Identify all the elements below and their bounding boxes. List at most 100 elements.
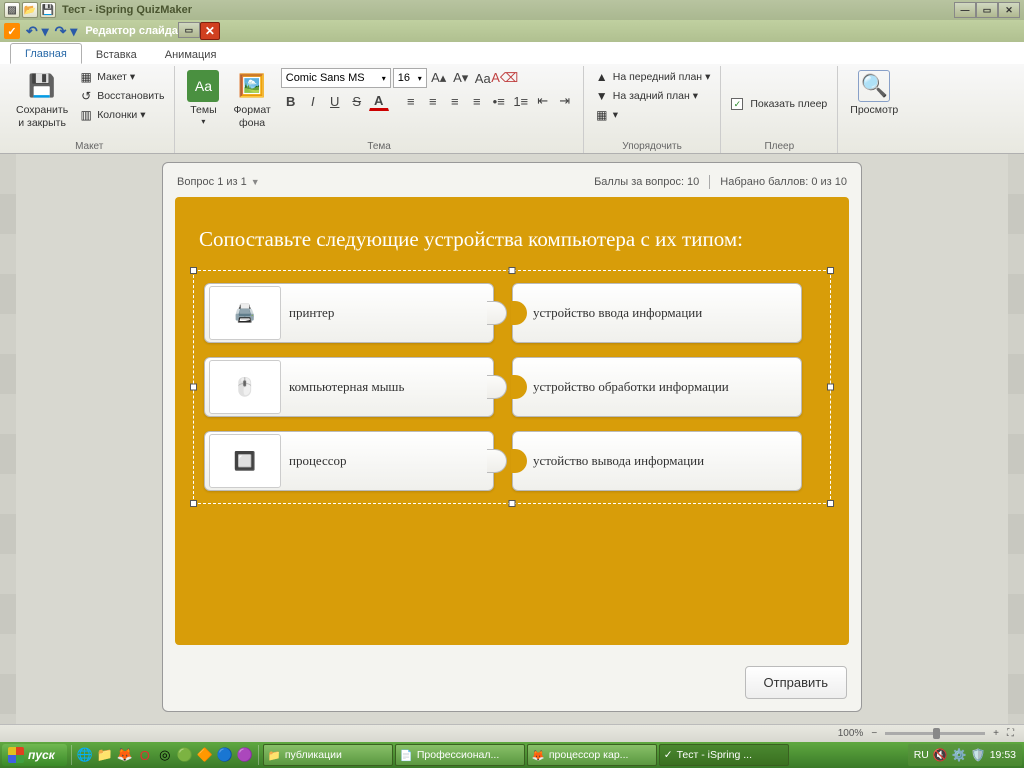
restore-icon: ↺ xyxy=(78,88,94,104)
decrease-indent-icon[interactable]: ⇤ xyxy=(533,91,553,111)
match-right-item[interactable]: устройство обработки информации xyxy=(512,357,802,417)
match-left-item[interactable]: 🖨️ принтер xyxy=(204,283,494,343)
fit-button[interactable]: ⛶ xyxy=(1007,728,1014,739)
qat-open-icon[interactable]: 📂 xyxy=(22,2,38,18)
ql-app2-icon[interactable]: 🟢 xyxy=(176,746,194,764)
match-left-item[interactable]: 🔲 процессор xyxy=(204,431,494,491)
zoom-out-button[interactable]: − xyxy=(871,728,877,739)
align-button[interactable]: ▦ ▾ xyxy=(592,106,713,124)
ql-opera-icon[interactable]: O xyxy=(136,746,154,764)
points-label: Баллы за вопрос: 10 xyxy=(594,176,699,188)
font-family-selector[interactable]: Comic Sans MS▾ xyxy=(281,68,391,88)
taskbar-item-active[interactable]: ✓Тест - iSpring ... xyxy=(659,744,789,766)
question-title[interactable]: Сопоставьте следующие устройства компьют… xyxy=(193,217,831,270)
save-and-close-button[interactable]: 💾 Сохранить и закрыть xyxy=(12,68,72,131)
outer-minimize-button[interactable]: — xyxy=(954,2,976,18)
ql-app4-icon[interactable]: 🔵 xyxy=(216,746,234,764)
strike-icon[interactable]: S xyxy=(347,91,367,111)
tray-icon[interactable]: 🔇 xyxy=(933,748,948,762)
ql-app1-icon[interactable]: ◎ xyxy=(156,746,174,764)
show-player-checkbox[interactable]: ✓Показать плеер xyxy=(729,97,829,111)
taskbar-item[interactable]: 📁публикации xyxy=(263,744,393,766)
match-right-item[interactable]: устройство ввода информации xyxy=(512,283,802,343)
selection-handle[interactable] xyxy=(190,267,197,274)
app-logo-icon[interactable]: ✓ xyxy=(4,23,20,39)
outer-close-button[interactable]: ✕ xyxy=(998,2,1020,18)
selection-handle[interactable] xyxy=(827,267,834,274)
dropdown-icon[interactable]: ▼ xyxy=(251,177,260,187)
question-counter[interactable]: Вопрос 1 из 1 xyxy=(177,176,247,188)
ql-folder-icon[interactable]: 📁 xyxy=(96,746,114,764)
italic-icon[interactable]: I xyxy=(303,91,323,111)
tab-insert[interactable]: Вставка xyxy=(82,45,151,64)
ribbon-group-theme: Aa Темы ▾ 🖼️ Формат фона Comic Sans MS▾ … xyxy=(175,66,583,153)
font-size-selector[interactable]: 16▾ xyxy=(393,68,427,88)
to-front-icon: ▲ xyxy=(594,69,610,85)
send-to-back-button[interactable]: ▼На задний план ▾ xyxy=(592,87,713,105)
outer-window-title: Тест - iSpring QuizMaker xyxy=(62,4,192,16)
tab-animation[interactable]: Анимация xyxy=(151,45,231,64)
selection-handle[interactable] xyxy=(509,267,516,274)
ql-firefox-icon[interactable]: 🦊 xyxy=(116,746,134,764)
background-format-button[interactable]: 🖼️ Формат фона xyxy=(229,68,274,131)
align-left-icon[interactable]: ≡ xyxy=(401,91,421,111)
increase-font-icon[interactable]: A▴ xyxy=(429,68,449,88)
align-justify-icon[interactable]: ≡ xyxy=(467,91,487,111)
decrease-font-icon[interactable]: A▾ xyxy=(451,68,471,88)
selection-handle[interactable] xyxy=(827,384,834,391)
match-item-label: компьютерная мышь xyxy=(289,379,424,396)
lang-indicator[interactable]: RU xyxy=(914,749,929,761)
clock[interactable]: 19:53 xyxy=(990,749,1016,761)
font-color-icon[interactable]: A xyxy=(369,91,389,111)
printer-icon: 🖨️ xyxy=(209,286,281,340)
change-case-icon[interactable]: Aa xyxy=(473,68,493,88)
bold-icon[interactable]: B xyxy=(281,91,301,111)
editor-maximize-button[interactable]: ▭ xyxy=(178,22,200,38)
bullets-icon[interactable]: •≡ xyxy=(489,91,509,111)
selection-handle[interactable] xyxy=(190,500,197,507)
preview-button[interactable]: 🔍 Просмотр xyxy=(846,68,902,119)
taskbar-item[interactable]: 🦊процессор кар... xyxy=(527,744,657,766)
slide-header: Вопрос 1 из 1 ▼ Баллы за вопрос: 10 Набр… xyxy=(175,171,849,197)
underline-icon[interactable]: U xyxy=(325,91,345,111)
ql-app5-icon[interactable]: 🟣 xyxy=(236,746,254,764)
outer-restore-button[interactable]: ▭ xyxy=(976,2,998,18)
ql-app3-icon[interactable]: 🔶 xyxy=(196,746,214,764)
match-right-item[interactable]: устойство вывода информации xyxy=(512,431,802,491)
numbering-icon[interactable]: 1≡ xyxy=(511,91,531,111)
clear-format-icon[interactable]: A⌫ xyxy=(495,68,515,88)
bring-to-front-button[interactable]: ▲На передний план ▾ xyxy=(592,68,713,86)
tab-home[interactable]: Главная xyxy=(10,43,82,64)
redo-button[interactable]: ↷ ▾ xyxy=(53,23,80,40)
increase-indent-icon[interactable]: ⇥ xyxy=(555,91,575,111)
zoom-in-button[interactable]: + xyxy=(993,728,999,739)
match-container[interactable]: 🖨️ принтер устройство ввода информации 🖱… xyxy=(193,270,831,504)
tray-icon[interactable]: 🛡️ xyxy=(971,748,986,762)
ribbon-group-label: Упорядочить xyxy=(592,140,713,153)
match-item-label: устройство обработки информации xyxy=(533,379,749,396)
columns-button[interactable]: ▥Колонки ▾ xyxy=(76,106,166,124)
taskbar-item[interactable]: 📄Профессионал... xyxy=(395,744,525,766)
align-right-icon[interactable]: ≡ xyxy=(445,91,465,111)
ribbon-group-layout: 💾 Сохранить и закрыть ▦Макет ▾ ↺Восстано… xyxy=(4,66,175,153)
selection-handle[interactable] xyxy=(190,384,197,391)
layout-button[interactable]: ▦Макет ▾ xyxy=(76,68,166,86)
align-center-icon[interactable]: ≡ xyxy=(423,91,443,111)
ispring-icon: ✓ xyxy=(664,749,673,761)
themes-button[interactable]: Aa Темы ▾ xyxy=(183,68,223,128)
qat-new-icon[interactable]: ▨ xyxy=(4,2,20,18)
ql-chrome-icon[interactable]: 🌐 xyxy=(76,746,94,764)
match-left-item[interactable]: 🖱️ компьютерная мышь xyxy=(204,357,494,417)
start-button[interactable]: пуск xyxy=(2,744,67,766)
undo-button[interactable]: ↶ ▾ xyxy=(24,23,51,40)
zoom-slider[interactable] xyxy=(885,732,985,735)
status-bar: 100% − + ⛶ xyxy=(0,724,1024,742)
submit-button[interactable]: Отправить xyxy=(745,666,847,699)
restore-button[interactable]: ↺Восстановить xyxy=(76,87,166,105)
selection-handle[interactable] xyxy=(509,500,516,507)
editor-close-button[interactable]: ✕ xyxy=(200,22,220,40)
selection-handle[interactable] xyxy=(827,500,834,507)
cpu-icon: 🔲 xyxy=(209,434,281,488)
qat-save-icon[interactable]: 💾 xyxy=(40,2,56,18)
tray-icon[interactable]: ⚙️ xyxy=(952,748,967,762)
